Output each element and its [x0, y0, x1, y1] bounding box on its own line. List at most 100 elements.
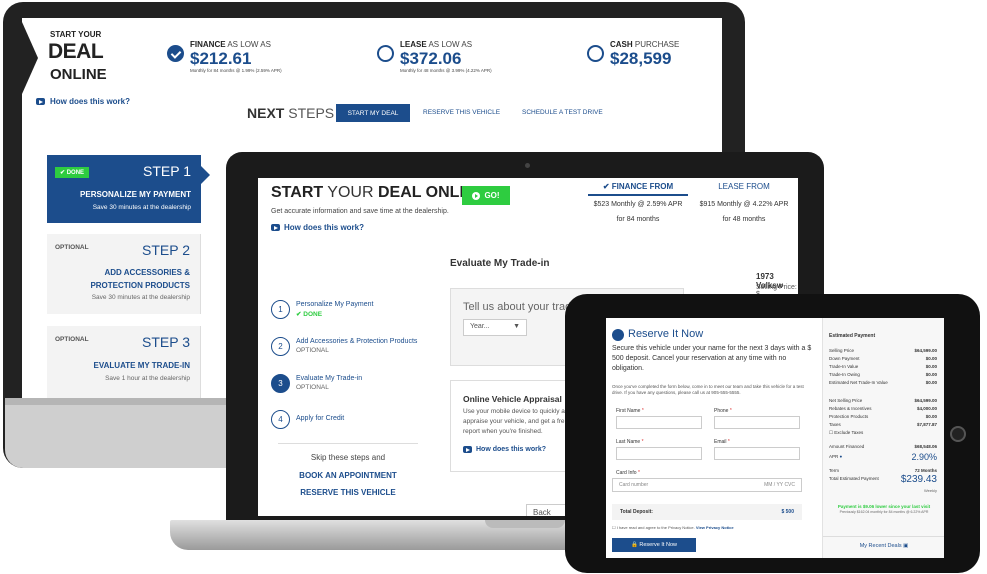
finance-price: $212.61 — [190, 49, 252, 68]
tab-finance[interactable]: ✔ FINANCE FROM $523 Monthly @ 2.59% APR … — [588, 182, 688, 226]
card-placeholder: Card number — [619, 482, 649, 488]
step-label: Apply for Credit — [296, 415, 345, 422]
next-steps-heading: NEXT STEPS — [247, 105, 335, 121]
cash-price: $28,599 — [610, 49, 672, 68]
savings-note: Payment is $9.06 lower since your last v… — [837, 504, 931, 509]
payment-frequency: Weekly — [923, 488, 937, 493]
appraisal-title: Online Vehicle Appraisal — [463, 394, 562, 404]
apr-value: 2.90% — [911, 452, 937, 462]
email-label: Email * — [714, 439, 730, 445]
vertical-step-3[interactable]: 3 Evaluate My Trade-in OPTIONAL — [271, 374, 362, 393]
reserve-title: Reserve It Now — [628, 328, 704, 340]
section-title: Evaluate My Trade-in — [450, 258, 550, 269]
step-status: ✔ DONE — [296, 311, 323, 318]
how-it-works-link[interactable]: How does this work? — [36, 97, 130, 106]
summary-row: Trade-In Owing $0.00 — [829, 372, 937, 377]
vertical-step-1[interactable]: 1 Personalize My Payment ✔ DONE — [271, 300, 373, 319]
page-subtitle: Get accurate information and save time a… — [271, 208, 449, 215]
home-button — [950, 426, 966, 442]
video-icon — [271, 224, 280, 231]
vertical-step-2[interactable]: 2 Add Accessories & Protection Products O… — [271, 337, 417, 356]
deposit-label: Total Deposit: — [620, 509, 653, 515]
tab-lease-label: LEASE FROM — [694, 182, 794, 196]
tablet-screen: Reserve It Now Secure this vehicle under… — [606, 318, 944, 558]
step-circle: 4 — [271, 410, 290, 429]
logo-line1: START YOUR — [50, 30, 102, 39]
lease-price: $372.06 — [400, 49, 462, 68]
summary-row: Down Payment $0.00 — [829, 356, 937, 361]
active-step-arrow-icon — [201, 166, 210, 184]
first-name-field[interactable] — [616, 416, 702, 429]
lease-rate: $915 Monthly @ 4.22% APR — [699, 201, 789, 208]
lease-option[interactable]: LEASE AS LOW AS $372.06 Monthly for 48 m… — [377, 40, 492, 73]
how-it-works-link[interactable]: How does this work? — [271, 223, 364, 232]
lease-heading: LEASE AS LOW AS — [400, 40, 473, 49]
step-title: ADD ACCESSORIES & — [104, 268, 191, 277]
reserve-vehicle-link[interactable]: RESERVE THIS VEHICLE — [423, 109, 500, 116]
schedule-test-drive-link[interactable]: SCHEDULE A TEST DRIVE — [522, 109, 603, 116]
total-deposit-row: Total Deposit: $ 500 — [612, 504, 802, 520]
summary-row: Net Selling Price $64,599.00 — [829, 398, 937, 403]
step-circle: 1 — [271, 300, 290, 319]
step-number: STEP 2 — [142, 242, 190, 258]
camera-icon — [525, 163, 530, 168]
step-card-3[interactable]: OPTIONAL STEP 3 EVALUATE MY TRADE-IN Sav… — [47, 326, 201, 398]
step-subtitle: Save 30 minutes at the dealership — [91, 294, 190, 301]
optional-label: OPTIONAL — [55, 244, 89, 251]
reserve-it-now-button[interactable]: 🔒 Reserve It Now — [612, 538, 696, 552]
divider — [278, 443, 418, 444]
vertical-step-4[interactable]: 4 Apply for Credit — [271, 410, 344, 429]
step-title: PERSONALIZE MY PAYMENT — [80, 190, 191, 199]
video-icon — [36, 98, 45, 105]
card-number-field[interactable]: Card number MM / YY CVC — [612, 478, 802, 492]
finance-heading: FINANCE AS LOW AS — [190, 40, 271, 49]
step-subtitle: Save 1 hour at the dealership — [105, 375, 190, 382]
radio-circle-icon — [587, 45, 604, 62]
step-card-1[interactable]: ✔ DONE STEP 1 PERSONALIZE MY PAYMENT Sav… — [47, 155, 201, 223]
step-status: OPTIONAL — [296, 384, 329, 391]
year-select[interactable]: Year... ▼ — [463, 319, 527, 336]
step-label: Add Accessories & Protection Products — [296, 338, 418, 345]
logo-line2: DEAL — [48, 40, 104, 63]
composite-devices: START YOUR DEAL ONLINE How does this wor… — [0, 0, 987, 574]
phone-label: Phone * — [714, 408, 732, 414]
first-name-label: First Name * — [616, 408, 644, 414]
reserve-vehicle-link[interactable]: RESERVE THIS VEHICLE — [278, 488, 418, 497]
card-exp-placeholder: MM / YY CVC — [764, 482, 795, 488]
go-button[interactable]: GO! — [462, 186, 510, 205]
chevron-down-icon: ▼ — [513, 323, 520, 330]
finance-rate: $523 Monthly @ 2.59% APR — [593, 201, 683, 208]
cash-option[interactable]: CASH PURCHASE $28,599 — [587, 40, 679, 68]
how-link-label: How does this work? — [50, 97, 131, 106]
step-label: Evaluate My Trade-in — [296, 375, 363, 382]
summary-row: Protection Products $0.00 — [829, 414, 937, 419]
lease-terms: Monthly for 48 months @ 3.99% (4.22% APR… — [400, 68, 492, 73]
book-appointment-link[interactable]: BOOK AN APPOINTMENT — [278, 471, 418, 480]
summary-row: Selling Price $64,599.00 — [829, 348, 937, 353]
optional-label: OPTIONAL — [55, 336, 89, 343]
back-button[interactable]: Back to — [526, 504, 566, 516]
step-card-2[interactable]: OPTIONAL STEP 2 ADD ACCESSORIES & PROTEC… — [47, 234, 201, 314]
phone-field[interactable] — [714, 416, 800, 429]
tab-finance-label: ✔ FINANCE FROM — [588, 182, 688, 196]
appraisal-how-link[interactable]: How does this work? — [463, 446, 546, 453]
exclude-taxes-checkbox[interactable]: ☐ Exclude Taxes — [829, 430, 937, 436]
info-icon: ● — [839, 454, 843, 459]
cash-heading: CASH PURCHASE — [610, 40, 680, 49]
step-subtitle: Save 30 minutes at the dealership — [92, 204, 191, 211]
finance-term: for 84 months — [616, 216, 660, 223]
summary-heading: Estimated Payment — [829, 333, 876, 339]
last-name-field[interactable] — [616, 447, 702, 460]
recent-deals-link[interactable]: My Recent Deals ▣ — [823, 536, 944, 549]
deposit-value: $ 500 — [781, 509, 794, 515]
tab-lease[interactable]: LEASE FROM $915 Monthly @ 4.22% APR for … — [694, 182, 794, 226]
radio-circle-icon — [377, 45, 394, 62]
trade-question: Tell us about your trad — [463, 301, 572, 313]
privacy-link[interactable]: View Privacy Notice — [696, 525, 734, 530]
finance-option[interactable]: FINANCE AS LOW AS $212.61 Monthly for 84… — [167, 40, 282, 73]
start-my-deal-button[interactable]: START MY DEAL — [336, 104, 410, 122]
email-field[interactable] — [714, 447, 800, 460]
appraisal-desc: Use your mobile device to quickly a appr… — [463, 408, 565, 435]
privacy-agree-checkbox[interactable]: ☐ I have read and agree to the Privacy N… — [612, 525, 734, 530]
last-name-label: Last Name * — [616, 439, 644, 445]
